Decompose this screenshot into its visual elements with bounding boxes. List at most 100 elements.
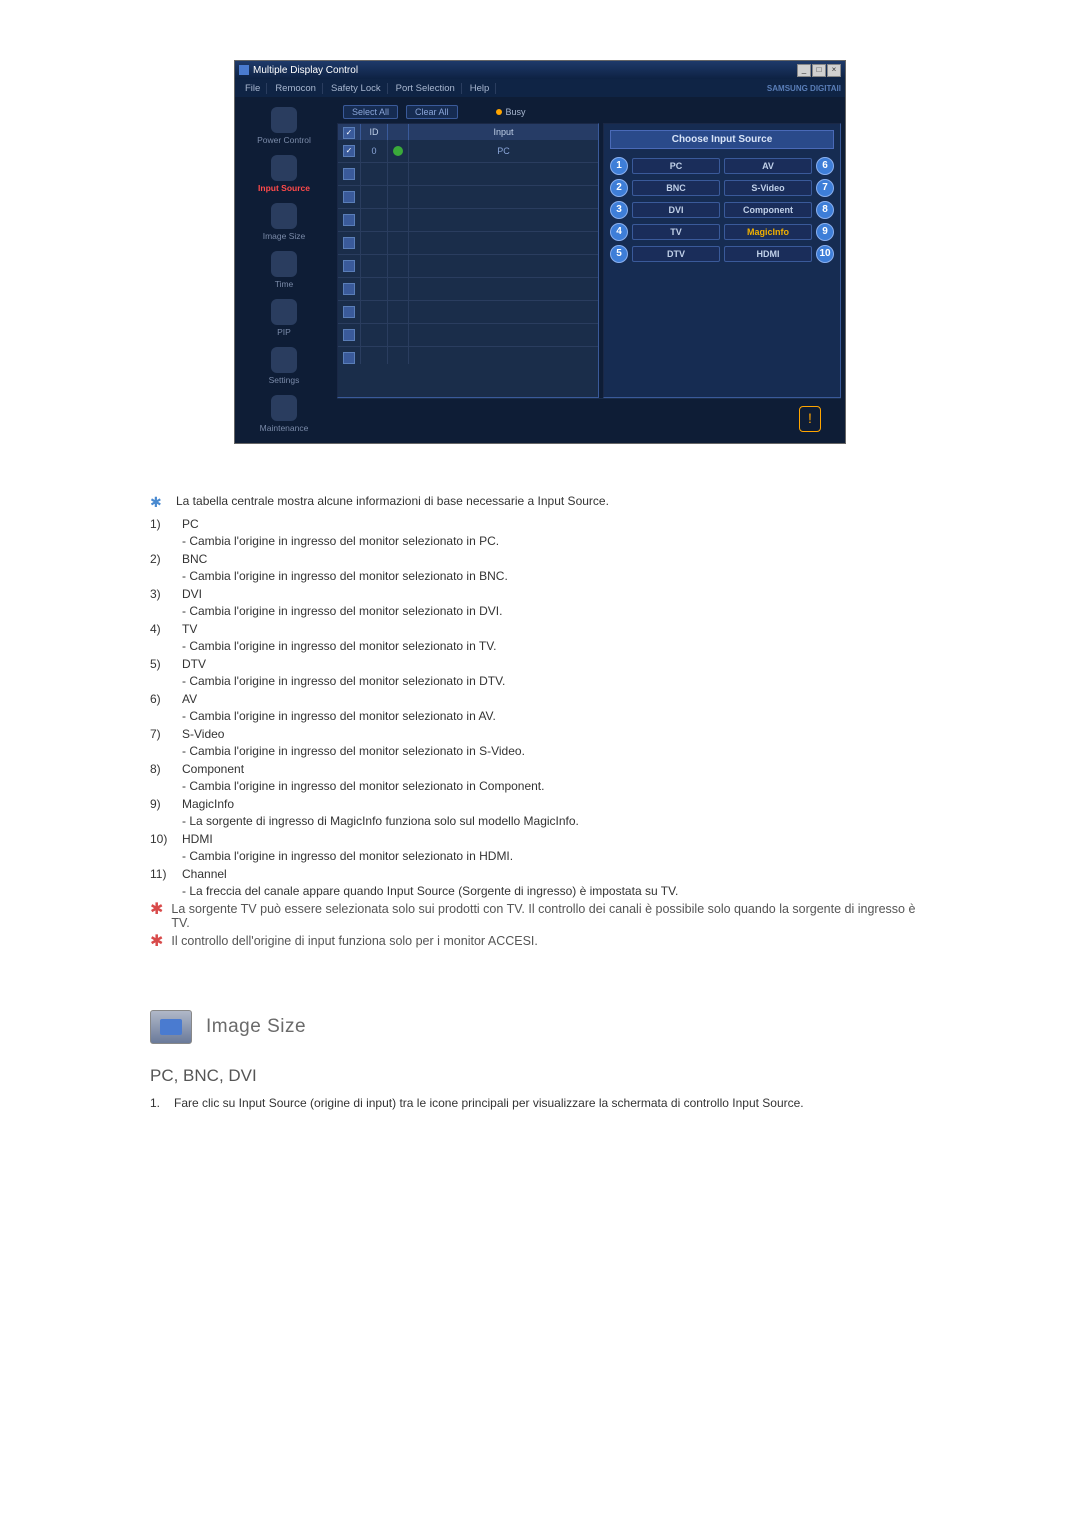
image-size-icon bbox=[271, 203, 297, 229]
row-checkbox[interactable] bbox=[343, 168, 355, 180]
list-item: 11)Channel- La freccia del canale appare… bbox=[150, 867, 930, 898]
item-number: 11) bbox=[150, 867, 172, 881]
table-row[interactable]: 0PC bbox=[338, 140, 598, 163]
sidebar-label: Settings bbox=[241, 375, 327, 385]
step-text: Fare clic su Input Source (origine di in… bbox=[174, 1096, 930, 1110]
sidebar-item-image-size[interactable]: Image Size bbox=[239, 199, 329, 245]
item-description: - Cambia l'origine in ingresso del monit… bbox=[182, 604, 930, 618]
source-tv-button[interactable]: TV bbox=[632, 224, 720, 240]
power-icon bbox=[271, 107, 297, 133]
item-description: - Cambia l'origine in ingresso del monit… bbox=[182, 849, 930, 863]
th-checkbox[interactable] bbox=[338, 124, 361, 140]
source-svideo-button[interactable]: S-Video bbox=[724, 180, 812, 196]
busy-indicator: Busy bbox=[496, 107, 526, 117]
sidebar-item-settings[interactable]: Settings bbox=[239, 343, 329, 389]
th-id: ID bbox=[361, 124, 388, 140]
maintenance-icon bbox=[271, 395, 297, 421]
item-description: - Cambia l'origine in ingresso del monit… bbox=[182, 709, 930, 723]
source-hdmi-button[interactable]: HDMI bbox=[724, 246, 812, 262]
row-input bbox=[409, 324, 598, 346]
list-item: 5)DTV- Cambia l'origine in ingresso del … bbox=[150, 657, 930, 688]
table-row[interactable] bbox=[338, 347, 598, 364]
badge-8: 8 bbox=[816, 201, 834, 219]
source-bnc-button[interactable]: BNC bbox=[632, 180, 720, 196]
item-label: Component bbox=[182, 762, 244, 776]
list-item: 7)S-Video- Cambia l'origine in ingresso … bbox=[150, 727, 930, 758]
row-input bbox=[409, 186, 598, 208]
menu-remocon[interactable]: Remocon bbox=[269, 83, 323, 94]
source-av-button[interactable]: AV bbox=[724, 158, 812, 174]
menu-port-selection[interactable]: Port Selection bbox=[390, 83, 462, 94]
table-row[interactable] bbox=[338, 324, 598, 347]
main-content: Select All Clear All Busy ID bbox=[333, 97, 845, 443]
item-number: 9) bbox=[150, 797, 172, 811]
title-bar: Multiple Display Control _ □ × bbox=[235, 61, 845, 79]
item-label: PC bbox=[182, 517, 199, 531]
sidebar-item-maintenance[interactable]: Maintenance bbox=[239, 391, 329, 437]
row-input bbox=[409, 209, 598, 231]
row-id bbox=[361, 324, 388, 346]
row-id bbox=[361, 163, 388, 185]
item-number: 8) bbox=[150, 762, 172, 776]
row-checkbox[interactable] bbox=[343, 145, 355, 157]
row-checkbox[interactable] bbox=[343, 306, 355, 318]
row-input bbox=[409, 278, 598, 300]
menu-safety-lock[interactable]: Safety Lock bbox=[325, 83, 388, 94]
status-bar: ! bbox=[337, 398, 841, 439]
sidebar-item-power-control[interactable]: Power Control bbox=[239, 103, 329, 149]
clear-all-button[interactable]: Clear All bbox=[406, 105, 458, 119]
menu-file[interactable]: File bbox=[239, 83, 267, 94]
item-label: TV bbox=[182, 622, 197, 636]
row-checkbox[interactable] bbox=[343, 214, 355, 226]
item-number: 4) bbox=[150, 622, 172, 636]
maximize-button[interactable]: □ bbox=[812, 64, 826, 77]
sidebar-label: Time bbox=[241, 279, 327, 289]
table-row[interactable] bbox=[338, 255, 598, 278]
row-id bbox=[361, 347, 388, 364]
source-dtv-button[interactable]: DTV bbox=[632, 246, 720, 262]
item-label: DVI bbox=[182, 587, 202, 601]
item-number: 10) bbox=[150, 832, 172, 846]
input-source-icon bbox=[271, 155, 297, 181]
row-checkbox[interactable] bbox=[343, 329, 355, 341]
row-checkbox[interactable] bbox=[343, 191, 355, 203]
sidebar-label: Input Source bbox=[241, 183, 327, 193]
sidebar-item-input-source[interactable]: Input Source bbox=[239, 151, 329, 197]
badge-5: 5 bbox=[610, 245, 628, 263]
star-icon: ✱ bbox=[150, 902, 163, 930]
source-pc-button[interactable]: PC bbox=[632, 158, 720, 174]
table-row[interactable] bbox=[338, 232, 598, 255]
sidebar-label: Image Size bbox=[241, 231, 327, 241]
sidebar-item-pip[interactable]: PIP bbox=[239, 295, 329, 341]
table-row[interactable] bbox=[338, 209, 598, 232]
table-row[interactable] bbox=[338, 186, 598, 209]
row-checkbox[interactable] bbox=[343, 237, 355, 249]
table-row[interactable] bbox=[338, 301, 598, 324]
row-checkbox[interactable] bbox=[343, 283, 355, 295]
item-label: AV bbox=[182, 692, 197, 706]
table-row[interactable] bbox=[338, 278, 598, 301]
row-checkbox[interactable] bbox=[343, 352, 355, 364]
row-checkbox[interactable] bbox=[343, 260, 355, 272]
badge-7: 7 bbox=[816, 179, 834, 197]
table-body[interactable]: 0PC bbox=[338, 140, 598, 364]
panel-heading: Choose Input Source bbox=[610, 130, 834, 149]
minimize-button[interactable]: _ bbox=[797, 64, 811, 77]
busy-label: Busy bbox=[506, 107, 526, 117]
source-dvi-button[interactable]: DVI bbox=[632, 202, 720, 218]
select-all-button[interactable]: Select All bbox=[343, 105, 398, 119]
sidebar-label: Power Control bbox=[241, 135, 327, 145]
source-magicinfo-button[interactable]: MagicInfo bbox=[724, 224, 812, 240]
intro-note: La tabella centrale mostra alcune inform… bbox=[176, 494, 609, 511]
menu-bar: File Remocon Safety Lock Port Selection … bbox=[235, 79, 845, 97]
warning-icon: ! bbox=[799, 406, 821, 432]
sidebar-item-time[interactable]: Time bbox=[239, 247, 329, 293]
row-input bbox=[409, 347, 598, 364]
list-item: 4)TV- Cambia l'origine in ingresso del m… bbox=[150, 622, 930, 653]
step-number: 1. bbox=[150, 1096, 166, 1110]
menu-help[interactable]: Help bbox=[464, 83, 497, 94]
table-row[interactable] bbox=[338, 163, 598, 186]
item-description: - La freccia del canale appare quando In… bbox=[182, 884, 930, 898]
close-button[interactable]: × bbox=[827, 64, 841, 77]
source-component-button[interactable]: Component bbox=[724, 202, 812, 218]
